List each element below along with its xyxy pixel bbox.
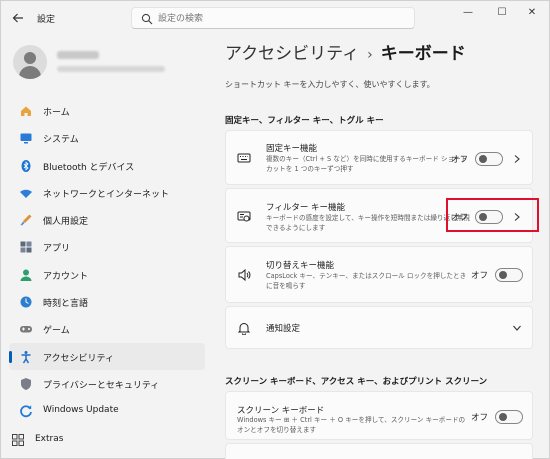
- sidebar-item-privacy[interactable]: プライバシーとセキュリティ: [9, 370, 205, 397]
- extras-grid-icon: [12, 434, 24, 446]
- close-button[interactable]: ✕: [515, 3, 549, 23]
- search-icon: [141, 13, 153, 25]
- card-title: 固定キー機能: [266, 144, 318, 154]
- screen-keyboard-card[interactable]: スクリーン キーボード Windows キー ⊞ ＋ Ctrl キー ＋ O キ…: [225, 391, 533, 440]
- sticky-keys-toggle[interactable]: [475, 152, 503, 166]
- breadcrumb: アクセシビリティ › キーボード: [225, 39, 466, 64]
- section-heading-screen-keyboard: スクリーン キーボード、アクセス キー、およびプリント スクリーン: [225, 377, 488, 387]
- search-input[interactable]: [158, 11, 408, 26]
- chevron-right-icon: [514, 155, 520, 163]
- breadcrumb-separator: ›: [367, 47, 373, 63]
- title-bar: 設定 — ☐ ✕: [1, 1, 549, 35]
- sidebar-item-label: 時刻と言語: [43, 299, 89, 310]
- toggle-state-label: オフ: [471, 271, 489, 281]
- sidebar-item-label: アカウント: [43, 271, 89, 282]
- card-title: 通知設定: [266, 324, 301, 334]
- gaming-icon: [20, 326, 32, 333]
- sidebar-item-label: Windows Update: [43, 405, 119, 416]
- card-description: キーボードの感度を設定して、キー操作を短時間または繰り返し無視できるようにします: [266, 214, 470, 232]
- card-title: フィルター キー機能: [266, 203, 346, 213]
- privacy-shield-icon: [21, 377, 31, 390]
- sidebar-item-gaming[interactable]: ゲーム: [9, 315, 205, 342]
- filter-keyboard-icon: [237, 211, 251, 222]
- windows-update-icon: [20, 405, 32, 418]
- toggle-state-label: オフ: [451, 155, 469, 165]
- screen-keyboard-toggle[interactable]: [495, 410, 523, 424]
- toggle-keys-card[interactable]: 切り替えキー機能 CapsLock キー、テンキー、またはスクロール ロックを押…: [225, 246, 533, 303]
- sidebar-item-system[interactable]: システム: [9, 124, 205, 151]
- sidebar-item-windows-update[interactable]: Windows Update: [9, 397, 205, 424]
- settings-window: 設定 — ☐ ✕ ホーム システム Bluetooth とデバイス ネットワーク…: [0, 0, 550, 459]
- sticky-keys-card[interactable]: 固定キー機能 複数のキー（Ctrl + S など）を同時に使用するキーボード シ…: [225, 130, 533, 185]
- sidebar-item-bluetooth[interactable]: Bluetooth とデバイス: [9, 152, 205, 179]
- card-description: 複数のキー（Ctrl + S など）を同時に使用するキーボード ショートカットを…: [266, 155, 468, 173]
- sidebar-item-extras[interactable]: Extras: [9, 427, 205, 453]
- sidebar-item-label: Bluetooth とデバイス: [43, 162, 135, 173]
- sidebar-item-label: システム: [43, 135, 79, 146]
- toggle-keys-toggle[interactable]: [495, 268, 523, 282]
- sidebar-item-label: ゲーム: [43, 326, 70, 337]
- toggle-state-label: オフ: [471, 413, 489, 423]
- chevron-down-icon[interactable]: [512, 323, 522, 333]
- account-icon: [20, 269, 32, 281]
- sidebar-item-time-language[interactable]: 時刻と言語: [9, 288, 205, 315]
- back-arrow-icon: [12, 13, 23, 23]
- breadcrumb-parent[interactable]: アクセシビリティ: [225, 44, 359, 64]
- sidebar-item-home[interactable]: ホーム: [9, 97, 205, 124]
- sidebar-item-label: 個人用設定: [43, 217, 89, 228]
- highlight-box: [446, 198, 539, 232]
- notification-settings-card[interactable]: 通知設定: [225, 306, 533, 349]
- search-box[interactable]: [131, 7, 415, 29]
- card-title: スクリーン キーボード: [237, 406, 325, 416]
- home-icon: [21, 106, 31, 116]
- page-subtitle: ショートカット キーを入力しやすく、使いやすくします。: [225, 80, 435, 89]
- keyboard-icon: [237, 153, 251, 163]
- section-heading-keys: 固定キー、フィルター キー、トグル キー: [225, 116, 384, 126]
- app-title: 設定: [37, 15, 56, 25]
- avatar: [13, 45, 47, 79]
- time-language-icon: [20, 296, 32, 308]
- network-icon: [20, 189, 32, 198]
- user-name-blurred: [57, 51, 99, 59]
- apps-icon: [20, 241, 32, 253]
- maximize-button[interactable]: ☐: [485, 3, 519, 23]
- sidebar-item-apps[interactable]: アプリ: [9, 233, 205, 260]
- sidebar-item-label: ネットワークとインターネット: [43, 189, 170, 200]
- sidebar-item-personalization[interactable]: 個人用設定: [9, 206, 205, 233]
- sidebar-item-label: アクセシビリティ: [43, 353, 115, 364]
- accessibility-icon: [21, 350, 31, 364]
- sidebar-item-label: プライバシーとセキュリティ: [43, 380, 160, 391]
- sidebar-item-label: Extras: [35, 434, 64, 444]
- sidebar-item-network[interactable]: ネットワークとインターネット: [9, 179, 205, 206]
- page-title: キーボード: [380, 44, 466, 64]
- sidebar-nav: ホーム システム Bluetooth とデバイス ネットワークとインターネット …: [9, 97, 205, 425]
- back-button[interactable]: [9, 9, 27, 27]
- user-email-blurred: [57, 66, 165, 72]
- card-description: CapsLock キー、テンキー、またはスクロール ロックを押したときに音を鳴ら…: [266, 272, 467, 290]
- sidebar-item-label: アプリ: [43, 244, 71, 255]
- sidebar-item-accessibility[interactable]: アクセシビリティ: [9, 342, 205, 370]
- personalization-icon: [20, 214, 32, 226]
- card-description: Windows キー ⊞ ＋ Ctrl キー ＋ O キーを押して、スクリーン …: [237, 416, 466, 434]
- minimize-button[interactable]: —: [451, 3, 485, 23]
- next-card-partial[interactable]: [225, 443, 533, 459]
- speaker-icon: [238, 268, 251, 282]
- sidebar-item-label: ホーム: [43, 108, 70, 118]
- bluetooth-icon: [21, 159, 31, 172]
- sidebar-item-accounts[interactable]: アカウント: [9, 261, 205, 288]
- bell-icon: [237, 323, 251, 335]
- card-title: 切り替えキー機能: [266, 261, 335, 271]
- system-icon: [20, 133, 32, 144]
